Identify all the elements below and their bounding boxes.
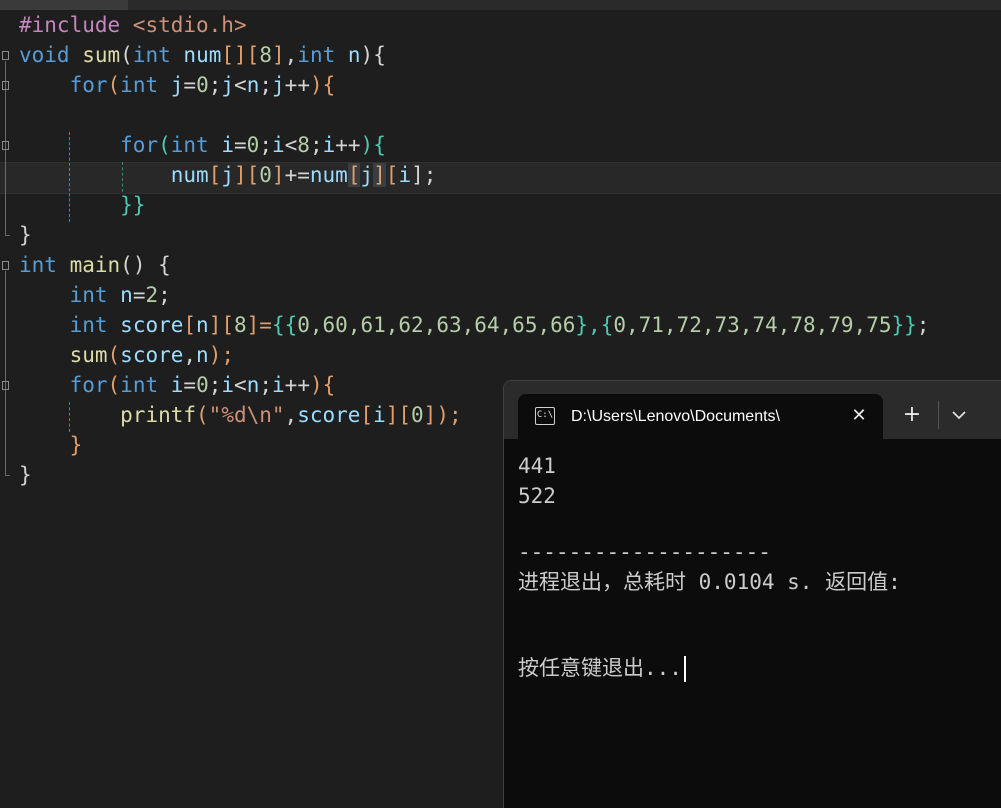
- terminal-tab[interactable]: C:\ D:\Users\Lenovo\Documents\ ✕: [518, 394, 883, 439]
- terminal-tab-bar: C:\ D:\Users\Lenovo\Documents\ ✕ +: [504, 381, 1001, 439]
- editor-tab[interactable]: [0, 0, 128, 10]
- press-key-line: 按任意键退出...: [518, 653, 686, 683]
- exit-message: 进程退出，总耗时 0.0104 s. 返回值:: [518, 570, 901, 594]
- new-tab-button[interactable]: +: [900, 403, 924, 427]
- code-line-10: int n=2;: [69, 283, 171, 307]
- output-line: 522: [518, 484, 556, 508]
- press-key-text: 按任意键退出...: [518, 656, 682, 680]
- fold-toggle-for-j[interactable]: [2, 81, 9, 90]
- cmd-icon: C:\: [535, 407, 555, 425]
- code-line-6: num[j][0]+=num[j][i];: [170, 163, 437, 187]
- code-line-15: }: [69, 433, 83, 457]
- fold-line: [5, 271, 6, 475]
- fold-end: [5, 235, 10, 236]
- fold-toggle-sum[interactable]: [2, 51, 9, 60]
- code-line-2: void sum(int num[][8],int n){: [19, 43, 386, 67]
- code-line-1: #include <stdio.h>: [19, 13, 247, 37]
- close-icon[interactable]: ✕: [848, 404, 870, 428]
- fold-toggle-for-i[interactable]: [2, 141, 9, 150]
- code-line-5: for(int i=0;i<8;i++){: [120, 133, 386, 157]
- output-separator: --------------------: [518, 540, 771, 564]
- fold-end: [5, 475, 10, 476]
- code-line-11: int score[n][8]={{0,60,61,62,63,64,65,66…: [69, 313, 930, 337]
- code-line-3: for(int j=0;j<n;j++){: [69, 73, 336, 97]
- code-line-7: }}: [120, 193, 146, 217]
- code-line-9: int main() {: [19, 253, 171, 277]
- tab-strip: [0, 0, 1001, 10]
- code-line-8: }: [19, 223, 32, 247]
- code-line-16: }: [19, 463, 32, 487]
- text-cursor: [683, 656, 686, 682]
- terminal-tab-title: D:\Users\Lenovo\Documents\: [571, 408, 780, 425]
- code-line-14: printf("%d\n",score[i][0]);: [120, 403, 462, 427]
- tab-divider: [938, 401, 939, 429]
- terminal-window[interactable]: C:\ D:\Users\Lenovo\Documents\ ✕ + 441 5…: [503, 380, 1001, 808]
- output-line: 441: [518, 454, 556, 478]
- code-line-13: for(int i=0;i<n;i++){: [69, 373, 336, 397]
- chevron-down-icon[interactable]: [947, 403, 971, 427]
- code-line-12: sum(score,n);: [69, 343, 234, 367]
- fold-toggle-main[interactable]: [2, 261, 9, 270]
- fold-toggle-for-print[interactable]: [2, 381, 9, 390]
